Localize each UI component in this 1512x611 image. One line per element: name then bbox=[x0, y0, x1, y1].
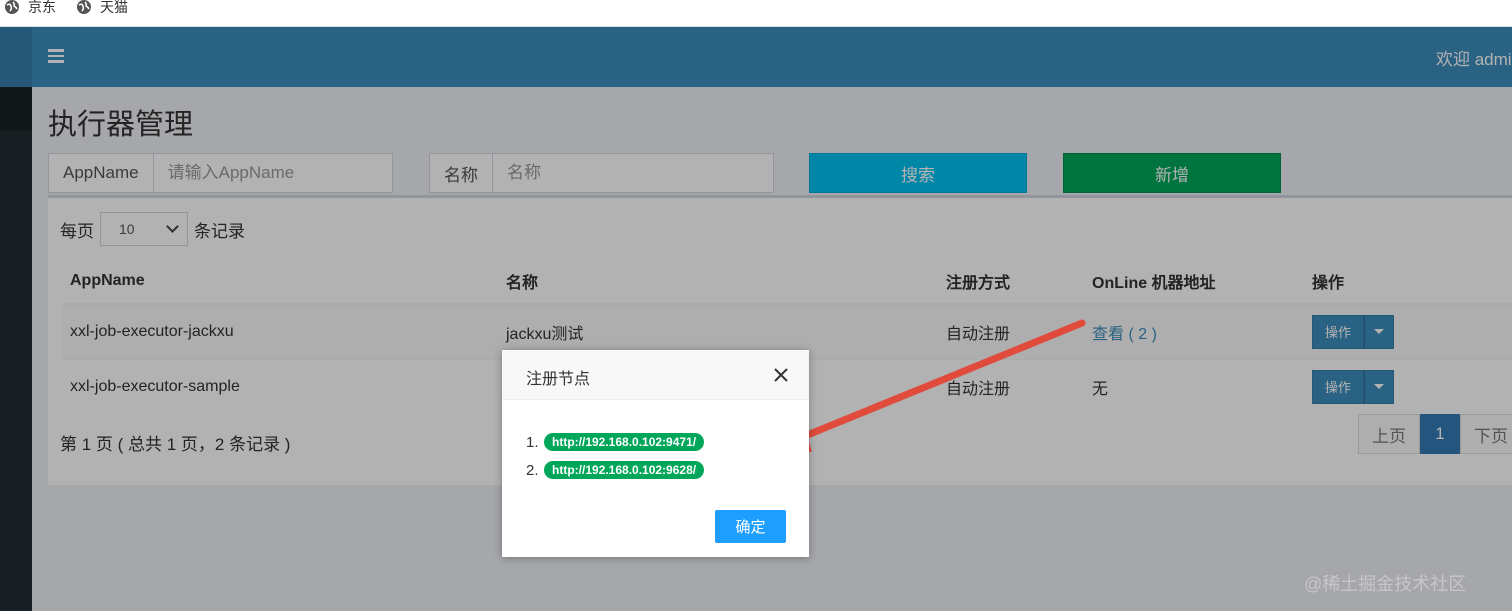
dialog-header: 注册节点 bbox=[502, 350, 809, 400]
bookmark-tmall[interactable]: 天猫 bbox=[76, 0, 128, 17]
list-item: 2. http://192.168.0.102:9628/ bbox=[526, 456, 705, 484]
list-item: 1. http://192.168.0.102:9471/ bbox=[526, 428, 705, 456]
node-index: 1. bbox=[526, 433, 539, 451]
node-index: 2. bbox=[526, 461, 539, 479]
globe-icon bbox=[77, 0, 91, 14]
dialog-title: 注册节点 bbox=[526, 371, 591, 388]
register-nodes-dialog: 注册节点 1. http://192.168.0.102:9471/ 2. ht… bbox=[502, 350, 809, 557]
dialog-body: 1. http://192.168.0.102:9471/ 2. http://… bbox=[526, 428, 705, 484]
bookmark-label: 京东 bbox=[28, 0, 56, 15]
close-icon[interactable] bbox=[772, 366, 790, 384]
watermark: @稀土掘金技术社区 bbox=[1304, 574, 1467, 594]
bookmark-label: 天猫 bbox=[100, 0, 128, 15]
confirm-button[interactable]: 确定 bbox=[715, 510, 786, 543]
node-url-badge: http://192.168.0.102:9628/ bbox=[544, 461, 705, 479]
bookmarks-bar: 京东 天猫 bbox=[0, 0, 1512, 27]
globe-icon bbox=[5, 0, 19, 14]
node-url-badge: http://192.168.0.102:9471/ bbox=[544, 433, 705, 451]
bookmark-jd[interactable]: 京东 bbox=[4, 0, 56, 17]
